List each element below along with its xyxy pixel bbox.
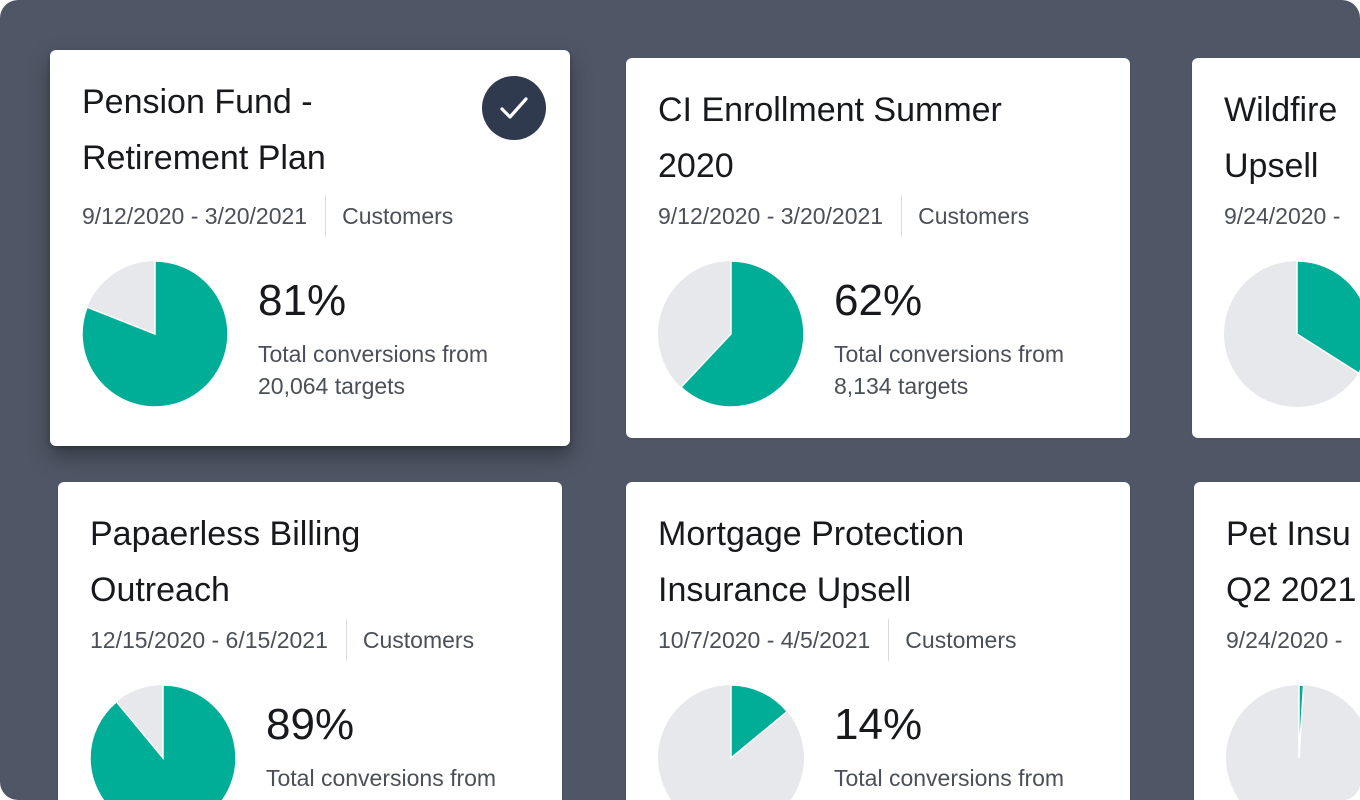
conversion-percent: 14% xyxy=(834,700,923,749)
campaign-card[interactable]: Pension Fund - Retirement Plan 9/12/2020… xyxy=(50,50,570,446)
conversion-pie-chart xyxy=(1226,685,1360,800)
meta-divider xyxy=(325,195,327,237)
campaign-card[interactable]: Papaerless Billing Outreach 12/15/2020 -… xyxy=(58,482,562,800)
campaign-dates: 10/7/2020 - 4/5/2021 xyxy=(658,626,871,653)
conversion-description: Total conversions from xyxy=(266,762,556,794)
campaign-dates: 9/12/2020 - 3/20/2021 xyxy=(658,202,884,229)
campaign-title: Wildfire Upsell xyxy=(1224,91,1338,185)
pie-conversion-slice xyxy=(90,685,236,800)
conversion-pie-chart xyxy=(1224,261,1360,407)
campaign-dates: 12/15/2020 - 6/15/2021 xyxy=(90,626,328,653)
campaign-meta: 9/24/2020 - xyxy=(1224,195,1340,237)
conversion-description-line: Total conversions from xyxy=(258,341,489,367)
conversion-pie-chart xyxy=(90,685,236,800)
conversion-percent: 62% xyxy=(834,276,923,325)
conversion-percent: 89% xyxy=(266,700,355,749)
campaign-meta: 12/15/2020 - 6/15/2021 Customers xyxy=(90,619,474,661)
campaign-meta: 9/12/2020 - 3/20/2021 Customers xyxy=(658,195,1029,237)
conversion-pie-chart xyxy=(82,261,228,407)
campaign-title: Pet Insu Q2 2021 xyxy=(1226,515,1357,609)
conversion-targets: 20,064 targets xyxy=(258,373,406,399)
conversion-pie-chart xyxy=(658,685,804,800)
conversion-targets: 8,134 targets xyxy=(834,373,969,399)
conversion-description-line: Total conversions from xyxy=(266,765,497,791)
meta-divider xyxy=(345,619,347,661)
campaign-audience: Customers xyxy=(905,626,1017,653)
conversion-pie-chart xyxy=(658,261,804,407)
campaign-title: Mortgage Protection Insurance Upsell xyxy=(658,515,965,609)
campaign-dates: 9/24/2020 - xyxy=(1224,202,1341,229)
conversion-description-line: Total conversions from xyxy=(834,341,1065,367)
conversion-percent: 81% xyxy=(258,276,347,325)
campaign-dates: 9/12/2020 - 3/20/2021 xyxy=(82,202,308,229)
campaign-audience: Customers xyxy=(362,626,475,653)
campaign-dates: 9/24/2020 - xyxy=(1226,626,1343,653)
meta-divider xyxy=(901,195,903,237)
conversion-description: Total conversions from 8,134 targets xyxy=(834,338,1124,402)
campaign-meta: 9/12/2020 - 3/20/2021 Customers xyxy=(82,195,453,237)
campaign-title: CI Enrollment Summer 2020 xyxy=(658,91,1002,185)
pie-remainder-slice xyxy=(1226,685,1360,800)
campaign-audience: Customers xyxy=(342,202,454,229)
campaign-audience: Customers xyxy=(918,202,1030,229)
campaign-title: Pension Fund - Retirement Plan xyxy=(82,83,326,177)
conversion-description: Total conversions from xyxy=(834,762,1124,794)
campaign-card[interactable]: Wildfire Upsell 9/24/2020 - xyxy=(1192,58,1360,438)
conversion-description: Total conversions from 20,064 targets xyxy=(258,338,548,402)
campaign-meta: 10/7/2020 - 4/5/2021 Customers xyxy=(658,619,1017,661)
campaign-card[interactable]: Mortgage Protection Insurance Upsell 10/… xyxy=(626,482,1130,800)
campaign-card[interactable]: Pet Insu Q2 2021 9/24/2020 - xyxy=(1194,482,1360,800)
campaign-title: Papaerless Billing Outreach xyxy=(90,515,361,609)
conversion-description-line: Total conversions from xyxy=(834,765,1065,791)
selected-check-icon[interactable] xyxy=(482,76,546,140)
campaign-card[interactable]: CI Enrollment Summer 2020 9/12/2020 - 3/… xyxy=(626,58,1130,438)
meta-divider xyxy=(888,619,890,661)
campaign-dashboard: Pension Fund - Retirement Plan 9/12/2020… xyxy=(0,0,1360,800)
campaign-meta: 9/24/2020 - xyxy=(1226,619,1342,661)
